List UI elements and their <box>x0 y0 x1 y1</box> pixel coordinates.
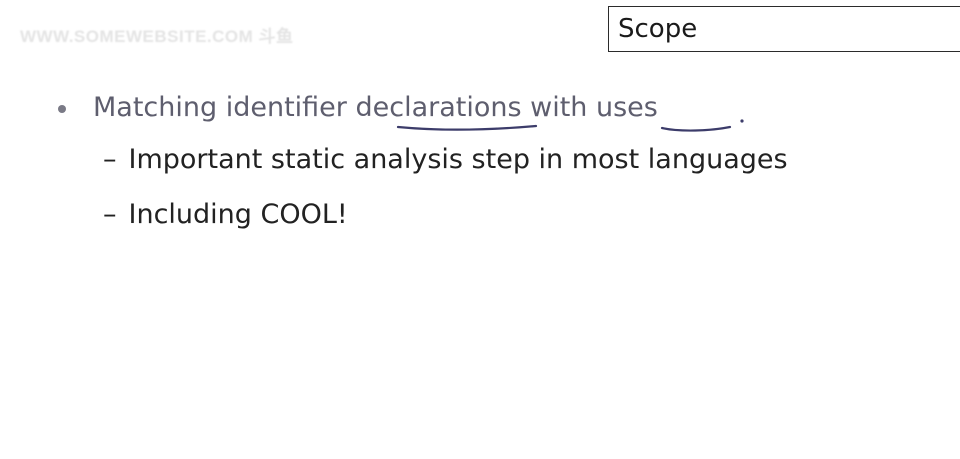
title-box: Scope <box>608 6 960 52</box>
slide: WWW.SOMEWEBSITE.COM 斗鱼 Scope Matching id… <box>0 0 960 459</box>
sub-bullet-1: – Important static analysis step in most… <box>103 140 788 180</box>
watermark-logo: WWW.SOMEWEBSITE.COM 斗鱼 <box>20 27 294 46</box>
main-bullet-text: Matching identifier declarations with us… <box>93 92 658 123</box>
slide-title: Scope <box>618 14 698 44</box>
ink-dot-annotation <box>740 119 744 123</box>
underline-uses-annotation <box>660 125 732 132</box>
sub-bullet-2: – Including COOL! <box>103 195 348 235</box>
dash-icon: – <box>103 199 117 230</box>
sub-bullet-text: Including COOL! <box>128 199 348 230</box>
bullet-dot-icon <box>58 105 66 113</box>
sub-bullet-text: Important static analysis step in most l… <box>128 144 788 175</box>
dash-icon: – <box>103 144 117 175</box>
main-bullet: Matching identifier declarations with us… <box>58 88 658 128</box>
